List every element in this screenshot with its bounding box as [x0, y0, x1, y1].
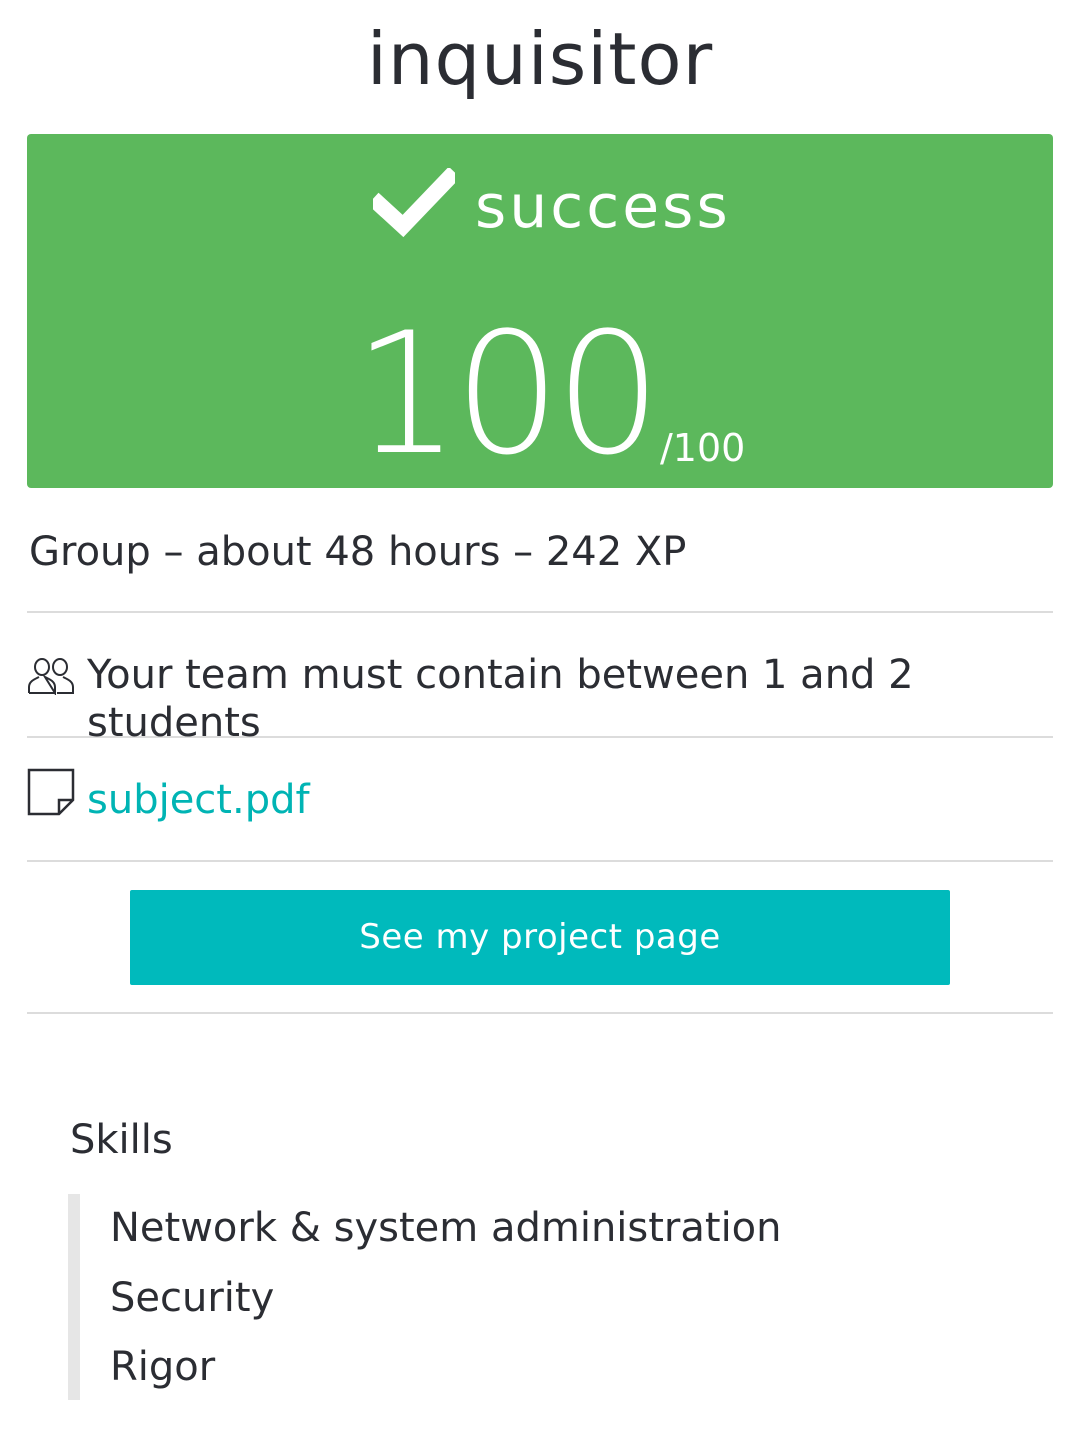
- skill-item: Security: [110, 1275, 275, 1321]
- file-icon: [27, 768, 75, 816]
- status-row: success: [27, 164, 1053, 254]
- skills-list: Network & system administration Security…: [68, 1194, 980, 1400]
- check-icon: [373, 168, 455, 238]
- skills-title: Skills: [70, 1117, 173, 1163]
- subject-pdf-link[interactable]: subject.pdf: [87, 776, 310, 824]
- subject-row: subject.pdf: [27, 738, 1053, 862]
- team-size-text: Your team must contain between 1 and 2 s…: [87, 652, 914, 746]
- status-label: success: [475, 172, 731, 242]
- project-meta-row: Group – about 48 hours – 242 XP: [27, 490, 1053, 613]
- see-project-page-button[interactable]: See my project page: [130, 890, 950, 985]
- score-max: /100: [660, 426, 746, 470]
- page-title: inquisitor: [366, 17, 714, 101]
- skill-item: Network & system administration: [110, 1205, 782, 1251]
- project-meta: Group – about 48 hours – 242 XP: [29, 529, 687, 575]
- users-icon: [28, 658, 74, 695]
- team-size-row: Your team must contain between 1 and 2 s…: [27, 613, 1053, 746]
- score-value: 100: [353, 296, 662, 492]
- skill-item: Rigor: [110, 1344, 216, 1390]
- project-page-row: See my project page: [27, 862, 1053, 1014]
- result-box: success 100 /100: [27, 134, 1053, 488]
